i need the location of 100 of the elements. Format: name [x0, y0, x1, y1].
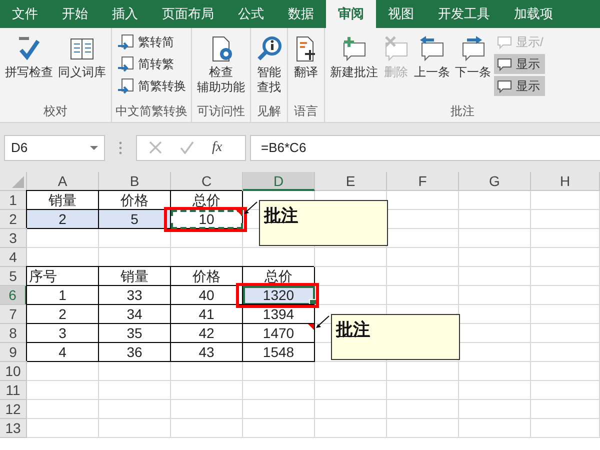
row-header[interactable]: 2	[0, 210, 27, 229]
table-cell	[531, 381, 600, 400]
table-cell: 34	[99, 305, 171, 324]
comment-connector	[316, 316, 330, 328]
table-cell	[531, 229, 600, 248]
formula-field[interactable]: =B6*C6	[250, 134, 600, 160]
table-cell	[315, 362, 387, 381]
column-header[interactable]: E	[315, 172, 387, 191]
ribbon-button[interactable]: 上一条	[412, 32, 452, 82]
check-icon	[16, 36, 42, 62]
table-cell	[315, 381, 387, 400]
table-cell: 36	[99, 343, 171, 362]
row-header[interactable]: 7	[0, 305, 27, 324]
ribbon-tab[interactable]: 数据	[276, 0, 326, 28]
row-header[interactable]: 10	[0, 362, 27, 381]
table-cell: 4	[27, 343, 99, 362]
table-cell	[387, 248, 459, 267]
ribbon-button[interactable]: 新建批注	[328, 32, 380, 82]
ribbon-tab[interactable]: 审阅	[326, 0, 376, 28]
comment-indicator-icon	[308, 324, 314, 330]
table-cell	[171, 381, 243, 400]
table-cell: 5	[99, 210, 171, 229]
column-header[interactable]: G	[459, 172, 531, 191]
ribbon-button[interactable]: 拼写检查	[3, 32, 55, 82]
ribbon-tab[interactable]: 公式	[226, 0, 276, 28]
table-cell: 3	[27, 324, 99, 343]
table-cell	[531, 343, 600, 362]
ribbon-small-button[interactable]: 繁转简	[115, 32, 188, 52]
comment-indicator-icon	[236, 210, 242, 216]
comment-icon	[496, 56, 513, 72]
ribbon-tab[interactable]: 插入	[100, 0, 150, 28]
column-header[interactable]: F	[387, 172, 459, 191]
column-header[interactable]: H	[531, 172, 600, 191]
table-cell	[531, 400, 600, 419]
table-cell: 2	[27, 305, 99, 324]
row-header[interactable]: 11	[0, 381, 27, 400]
ribbon-small-button[interactable]: 显示	[494, 54, 546, 74]
comment-add-icon	[341, 36, 367, 62]
row-header[interactable]: 6	[0, 286, 27, 305]
row-header[interactable]: 8	[0, 324, 27, 343]
table-cell	[243, 362, 315, 381]
ribbon-button[interactable]: 翻译	[291, 32, 321, 82]
table-cell: 1	[27, 286, 99, 305]
column-header[interactable]: D	[243, 172, 315, 191]
row-header[interactable]: 5	[0, 267, 27, 286]
column-header[interactable]: C	[171, 172, 243, 191]
convert-icon	[117, 78, 135, 94]
table-cell	[315, 419, 387, 438]
comment-text: 批注	[336, 319, 370, 341]
table-cell	[531, 305, 600, 324]
row-header[interactable]: 12	[0, 400, 27, 419]
comment-icon	[496, 34, 513, 50]
table-cell	[315, 400, 387, 419]
ribbon-tab[interactable]: 加载项	[502, 0, 565, 28]
caret-icon	[90, 146, 98, 150]
select-all-icon[interactable]	[12, 176, 24, 188]
row-header[interactable]: 4	[0, 248, 27, 267]
ribbon-small-button[interactable]: 简繁转换	[115, 76, 188, 96]
name-box[interactable]: D6	[4, 134, 105, 160]
convert-icon	[117, 56, 135, 72]
cancel-icon[interactable]	[149, 141, 162, 154]
ribbon-tab[interactable]: 页面布局	[150, 0, 226, 28]
group-label: 中文简繁转换	[115, 103, 188, 120]
table-cell	[99, 419, 171, 438]
ribbon-button[interactable]: 检查 辅助功能	[195, 32, 247, 97]
table-cell	[531, 419, 600, 438]
row-header[interactable]: 9	[0, 343, 27, 362]
table-cell	[27, 400, 99, 419]
table-cell: 序号	[27, 267, 99, 286]
table-cell	[99, 400, 171, 419]
table-cell: 总价	[171, 191, 243, 210]
table-cell	[27, 362, 99, 381]
ribbon-button[interactable]: 智能 查找	[254, 32, 284, 97]
table-cell	[531, 267, 600, 286]
ribbon-button[interactable]: 下一条	[453, 32, 493, 82]
table-cell: 销量	[99, 267, 171, 286]
ribbon-button[interactable]: 同义词库	[56, 32, 108, 82]
row-header[interactable]: 3	[0, 229, 27, 248]
enter-icon[interactable]	[180, 141, 194, 154]
row-header[interactable]: 1	[0, 191, 27, 210]
table-cell	[387, 400, 459, 419]
ribbon-tab[interactable]: 开发工具	[426, 0, 502, 28]
table-cell	[243, 400, 315, 419]
ribbon-tab[interactable]: 文件	[0, 0, 50, 28]
group-label: 语言	[293, 103, 319, 120]
ribbon-tab[interactable]: 视图	[376, 0, 426, 28]
table-cell	[27, 419, 99, 438]
insert-function-button[interactable]: fx	[212, 140, 222, 156]
table-cell	[171, 400, 243, 419]
column-header[interactable]: A	[27, 172, 99, 191]
table-cell	[387, 419, 459, 438]
row-header[interactable]: 13	[0, 419, 27, 438]
table-cell: 价格	[171, 267, 243, 286]
table-cell	[459, 267, 531, 286]
group-label: 见解	[256, 103, 282, 120]
table-cell	[459, 381, 531, 400]
ribbon-tab[interactable]: 开始	[50, 0, 100, 28]
ribbon-small-button[interactable]: 简转繁	[115, 54, 188, 74]
ribbon-small-button[interactable]: 显示	[494, 76, 546, 96]
column-header[interactable]: B	[99, 172, 171, 191]
